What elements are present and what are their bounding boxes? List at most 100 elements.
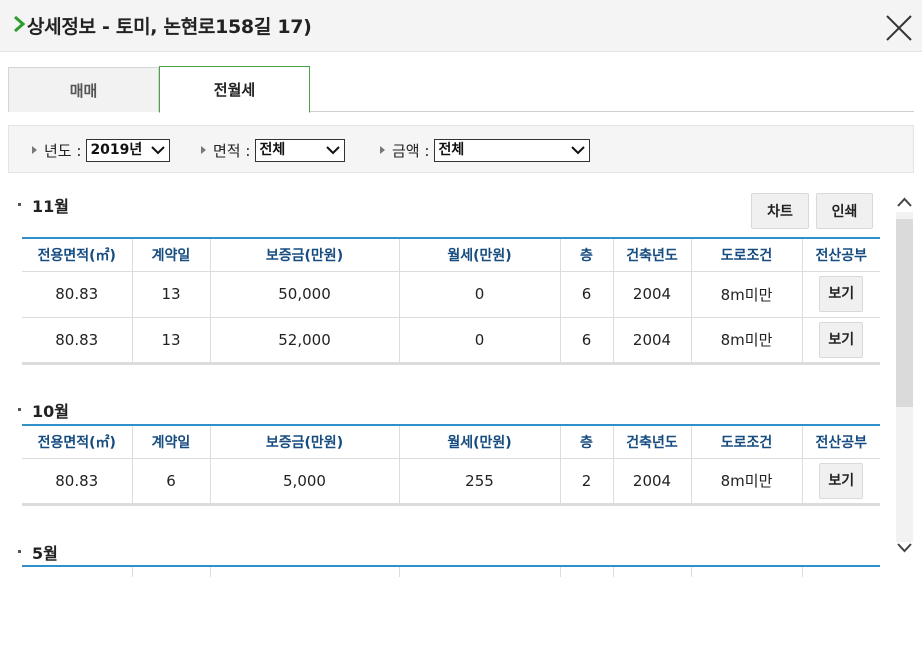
cell-registry: 보기 — [802, 317, 880, 365]
cell-contract-day: 13 — [132, 271, 211, 318]
cell-road: 8m미만 — [691, 317, 803, 365]
cell-deposit: 52,000 — [210, 317, 400, 365]
price-select[interactable]: 전체 — [434, 138, 591, 162]
cell-area: 80.83 — [22, 317, 133, 365]
triangle-bullet-icon — [201, 146, 206, 154]
section-month: 10월 — [32, 402, 69, 421]
filter-bar: 년도 : 2019년 면적 : 전체 금액 : 전체 — [8, 125, 914, 173]
col-floor — [560, 565, 614, 577]
cell-road: 8m미만 — [691, 271, 803, 318]
col-registry: 전산공부 — [802, 424, 880, 459]
col-area: 전용면적(㎡) — [22, 424, 133, 459]
cell-build-year: 2004 — [613, 271, 692, 318]
chevron-right-icon — [14, 15, 26, 33]
col-registry — [802, 565, 880, 577]
col-road: 도로조건 — [691, 424, 803, 459]
chevron-down-icon[interactable] — [896, 539, 913, 557]
area-select-value: 전체 — [259, 141, 286, 158]
col-monthly-rent: 월세(만원) — [399, 237, 561, 272]
table-header-row: 전용면적(㎡) 계약일 보증금(만원) 월세(만원) 층 건축년도 도로조건 전… — [22, 424, 880, 459]
col-registry: 전산공부 — [802, 237, 880, 272]
table-nov: 전용면적(㎡) 계약일 보증금(만원) 월세(만원) 층 건축년도 도로조건 전… — [22, 237, 880, 365]
chevron-down-icon — [151, 145, 166, 154]
triangle-bullet-icon — [32, 146, 37, 154]
dialog-header: 상세정보 - 토미, 논현로158길 17) — [0, 0, 922, 52]
col-floor: 층 — [560, 424, 614, 459]
area-filter: 면적 : 전체 — [201, 138, 346, 162]
col-contract-day — [132, 565, 211, 577]
close-icon[interactable] — [884, 13, 914, 43]
cell-road: 8m미만 — [691, 458, 803, 506]
dialog-title: 상세정보 - 토미, 논현로158길 17) — [27, 16, 312, 38]
cell-contract-day: 13 — [132, 317, 211, 365]
cell-area: 80.83 — [22, 271, 133, 318]
col-monthly-rent — [399, 565, 561, 577]
table-row: 80.83 13 50,000 0 6 2004 8m미만 보기 — [22, 271, 880, 318]
col-deposit: 보증금(만원) — [210, 237, 400, 272]
col-build-year: 건축년도 — [613, 424, 692, 459]
bullet-dot-icon — [18, 203, 21, 206]
print-button[interactable]: 인쇄 — [816, 193, 873, 229]
cell-monthly-rent: 0 — [399, 317, 561, 365]
table-oct: 전용면적(㎡) 계약일 보증금(만원) 월세(만원) 층 건축년도 도로조건 전… — [22, 424, 880, 506]
col-deposit: 보증금(만원) — [210, 424, 400, 459]
col-monthly-rent: 월세(만원) — [399, 424, 561, 459]
vertical-scrollbar[interactable] — [894, 177, 914, 577]
cell-deposit: 5,000 — [210, 458, 400, 506]
chart-button[interactable]: 차트 — [751, 193, 809, 229]
section-title-nov: 11월 — [18, 193, 69, 217]
col-road — [691, 565, 803, 577]
section-title-oct: 10월 — [18, 398, 69, 422]
cell-deposit: 50,000 — [210, 271, 400, 318]
table-header-row: 전용면적(㎡) 계약일 보증금(만원) 월세(만원) 층 건축년도 도로조건 전… — [22, 237, 880, 272]
cell-monthly-rent: 0 — [399, 271, 561, 318]
chevron-down-icon — [571, 145, 586, 154]
chevron-down-icon — [326, 145, 341, 154]
table-row: 80.83 6 5,000 255 2 2004 8m미만 보기 — [22, 458, 880, 506]
view-button[interactable]: 보기 — [819, 321, 864, 358]
area-select[interactable]: 전체 — [255, 138, 346, 162]
tab-lease[interactable]: 전월세 — [159, 66, 310, 113]
cell-area: 80.83 — [22, 458, 133, 506]
col-build-year: 건축년도 — [613, 237, 692, 272]
bullet-dot-icon — [18, 408, 21, 411]
cell-monthly-rent: 255 — [399, 458, 561, 506]
col-contract-day: 계약일 — [132, 237, 211, 272]
transaction-list: 11월 차트 인쇄 전용면적(㎡) 계약일 보증금(만원) 월세(만원) 층 건… — [8, 177, 894, 577]
bullet-dot-icon — [18, 550, 21, 553]
col-floor: 층 — [560, 237, 614, 272]
view-button[interactable]: 보기 — [819, 276, 864, 312]
col-build-year — [613, 565, 692, 577]
cell-registry: 보기 — [802, 271, 880, 318]
table-header-row — [22, 565, 880, 577]
table-may — [22, 565, 880, 577]
cell-registry: 보기 — [802, 458, 880, 506]
cell-build-year: 2004 — [613, 458, 692, 506]
chevron-up-icon[interactable] — [896, 193, 913, 211]
triangle-bullet-icon — [380, 146, 385, 154]
year-select-value: 2019년 — [90, 141, 143, 158]
section-month: 11월 — [32, 197, 69, 216]
year-select[interactable]: 2019년 — [86, 138, 171, 162]
table-row: 80.83 13 52,000 0 6 2004 8m미만 보기 — [22, 317, 880, 365]
cell-floor: 6 — [560, 317, 614, 365]
cell-floor: 2 — [560, 458, 614, 506]
view-button[interactable]: 보기 — [819, 462, 864, 499]
cell-floor: 6 — [560, 271, 614, 318]
price-filter: 금액 : 전체 — [380, 138, 591, 162]
year-filter: 년도 : 2019년 — [32, 138, 171, 162]
tab-sale[interactable]: 매매 — [8, 67, 159, 112]
scrollbar-thumb[interactable] — [896, 219, 913, 407]
price-filter-label: 금액 : — [392, 141, 430, 160]
cell-build-year: 2004 — [613, 317, 692, 365]
area-filter-label: 면적 : — [213, 141, 251, 160]
tab-bar: 매매 전월세 — [8, 66, 914, 113]
col-road: 도로조건 — [691, 237, 803, 272]
col-contract-day: 계약일 — [132, 424, 211, 459]
cell-contract-day: 6 — [132, 458, 211, 506]
col-deposit — [210, 565, 400, 577]
price-select-value: 전체 — [438, 141, 465, 158]
section-month: 5월 — [32, 544, 58, 563]
col-area: 전용면적(㎡) — [22, 237, 133, 272]
year-filter-label: 년도 : — [44, 141, 82, 160]
